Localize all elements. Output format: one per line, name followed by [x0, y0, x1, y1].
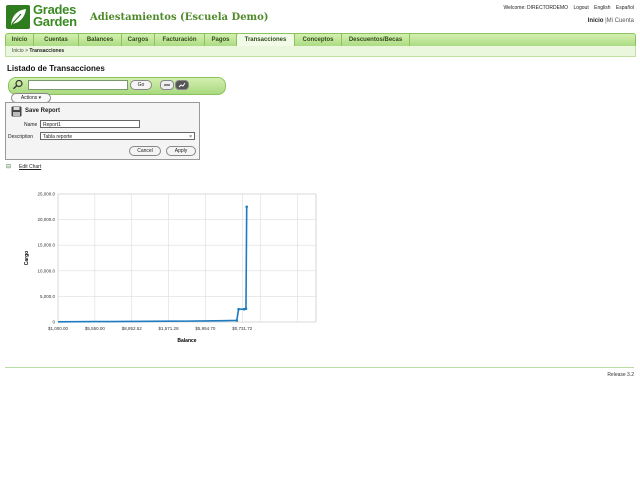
release-label: Release 3.2: [607, 372, 634, 378]
leaf-icon: [11, 9, 26, 25]
description-label: Description: [8, 134, 34, 140]
data-point: [244, 307, 248, 310]
top-links: Welcome: DIRECTORDEMO Logout English Esp…: [500, 5, 635, 11]
x-tick-label: $1,571.28: [159, 326, 180, 331]
brand-line2: Garden: [33, 14, 77, 29]
y-axis-label: Cargo: [24, 251, 30, 265]
edit-chart-link[interactable]: Edit Chart: [19, 164, 41, 170]
name-label: Name: [24, 122, 38, 128]
clear-icon[interactable]: ×: [189, 133, 192, 141]
data-point: [235, 319, 239, 322]
footer-divider: [5, 367, 634, 368]
report-description-input[interactable]: Tabla reporte ×: [40, 132, 195, 140]
search-icon: [12, 79, 24, 92]
logout-link[interactable]: Logout: [573, 5, 588, 11]
x-tick-label: $1,000.00: [48, 326, 69, 331]
plot-area: [57, 193, 317, 323]
x-tick-label: $8,852.52: [122, 326, 143, 331]
mi-cuenta-link[interactable]: Mi Cuenta: [607, 18, 634, 24]
data-point: [245, 205, 249, 209]
breadcrumb-separator: >: [25, 48, 28, 54]
chevron-down-icon: ▾: [38, 95, 42, 101]
brand-logo: [6, 5, 30, 29]
report-name-input[interactable]: Report1: [40, 120, 140, 128]
search-input[interactable]: [28, 80, 128, 90]
y-tick-label: 25,000.0: [37, 192, 55, 197]
cancel-button[interactable]: Cancel: [129, 146, 161, 156]
data-point: [237, 307, 240, 311]
list-view-button[interactable]: [160, 80, 174, 90]
espanol-link[interactable]: Español: [616, 5, 634, 11]
breadcrumb: Inicio > Transacciones: [12, 48, 64, 54]
sub-bar: [5, 46, 636, 57]
app-title: Adiestamientos (Escuela Demo): [90, 12, 269, 23]
x-axis-ticks: $1,000.00 $5,550.00 $8,852.52 $1,571.28 $5,9…: [48, 326, 253, 331]
y-tick-label: 0: [52, 320, 55, 325]
x-tick-label: $5,550.00: [85, 326, 106, 331]
breadcrumb-home[interactable]: Inicio: [12, 48, 24, 54]
report-description-value: Tabla reporte: [43, 134, 73, 140]
list-icon: [164, 84, 170, 86]
y-tick-label: 10,000.0: [37, 268, 55, 273]
x-axis-label: Balance: [177, 338, 196, 344]
chart-view-button[interactable]: [175, 80, 189, 90]
save-report-title: Save Report: [25, 108, 61, 114]
brand-name: Grades Garden: [33, 3, 77, 29]
y-axis-ticks: 0 5,000.0 10,000.0 15,000.0 20,000.0 25,000.0: [37, 192, 55, 325]
y-tick-label: 5,000.0: [40, 294, 56, 299]
apply-button[interactable]: Apply: [166, 146, 196, 156]
chart-icon: [178, 82, 186, 88]
user-links: Inicio |Mi Cuenta: [588, 18, 634, 24]
floppy-disk-icon: [11, 106, 22, 119]
transactions-chart: 0 5,000.0 10,000.0 15,000.0 20,000.0 25,000.0…: [24, 192, 317, 344]
page-title: Listado de Transacciones: [7, 64, 105, 73]
x-tick-label: $5,954.70: [195, 326, 216, 331]
go-button[interactable]: Go: [130, 80, 152, 90]
x-tick-label: $0,731.72: [232, 326, 253, 331]
welcome-text: Welcome: DIRECTORDEMO: [503, 5, 569, 11]
y-tick-label: 20,000.0: [37, 217, 55, 222]
inicio-link[interactable]: Inicio: [588, 18, 604, 24]
breadcrumb-current: Transacciones: [29, 48, 65, 54]
collapse-icon[interactable]: ⊟: [6, 163, 11, 170]
actions-label: Actions: [20, 95, 38, 101]
english-link[interactable]: English: [594, 5, 610, 11]
y-tick-label: 15,000.0: [37, 243, 55, 248]
